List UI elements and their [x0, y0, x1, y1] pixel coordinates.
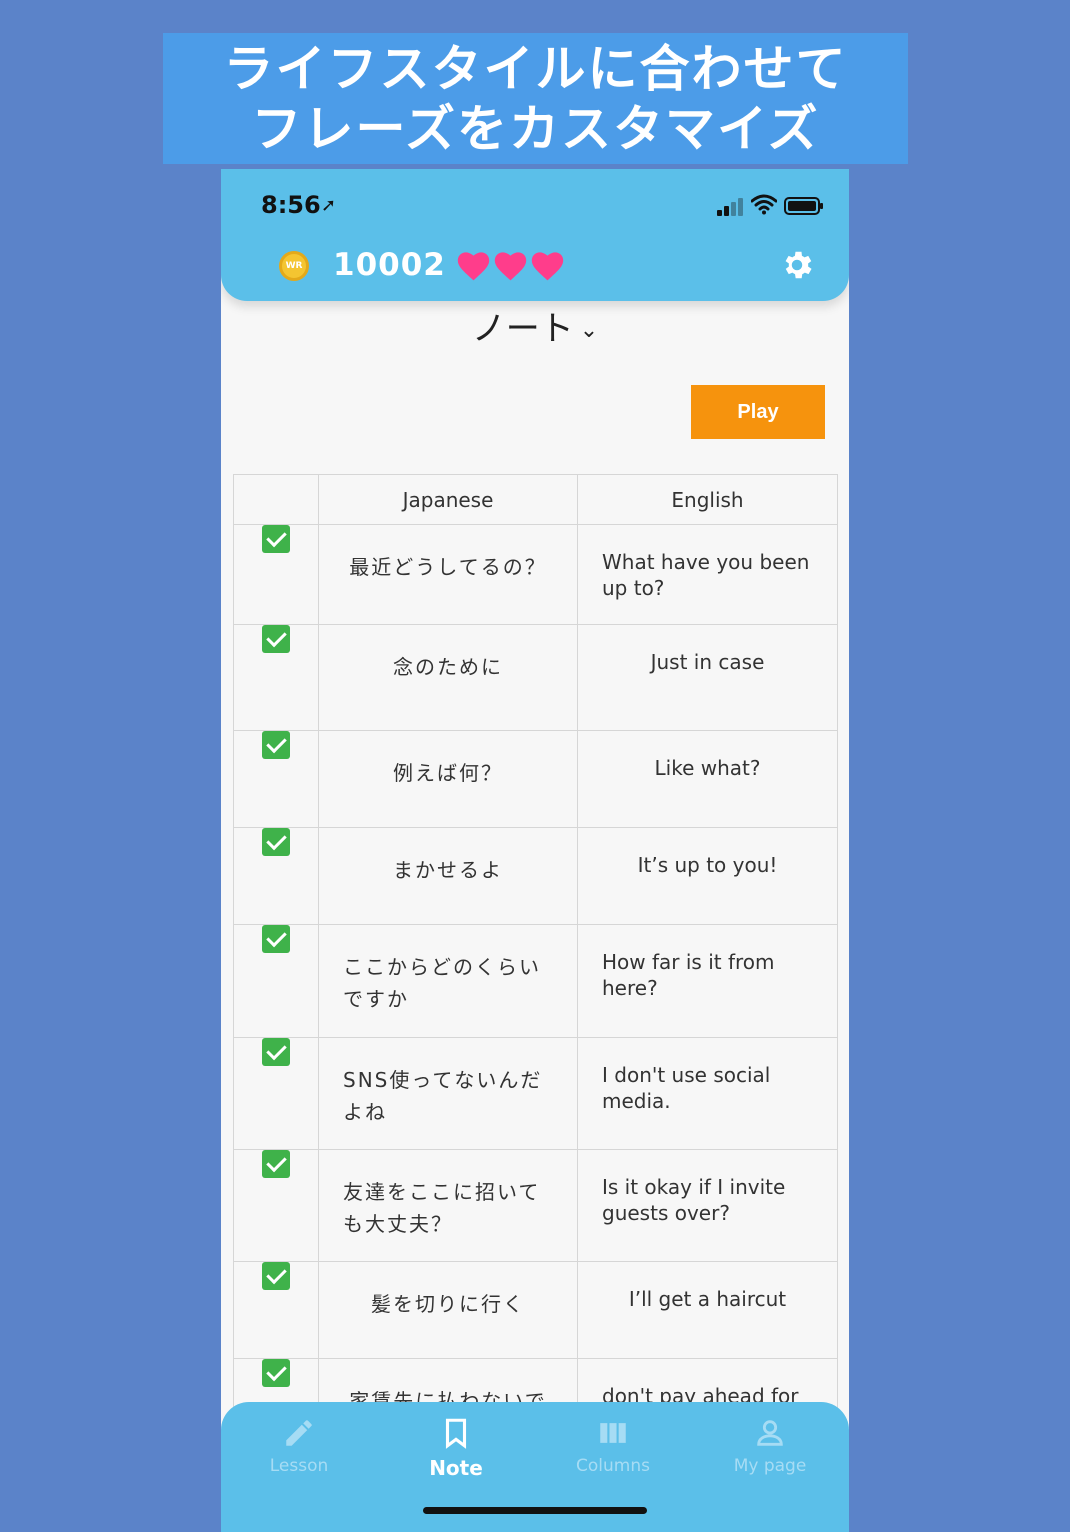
- app-header: 8:56 ➚ WR 10002: [221, 169, 849, 301]
- banner-line-1: ライフスタイルに合わせて: [223, 40, 848, 98]
- promo-banner: ライフスタイルに合わせて フレーズをカスタマイズ: [163, 33, 908, 164]
- tab-note[interactable]: Note: [401, 1416, 511, 1480]
- bottom-tab-bar: Lesson Note Columns My page: [221, 1402, 849, 1532]
- tab-note-label: Note: [429, 1456, 483, 1480]
- tab-lesson[interactable]: Lesson: [244, 1416, 354, 1476]
- pencil-icon: [286, 1420, 312, 1446]
- checkbox-icon[interactable]: [262, 731, 290, 759]
- chevron-down-icon: ⌄: [579, 318, 599, 343]
- table-header-row: Japanese English: [233, 474, 838, 525]
- play-button[interactable]: Play: [691, 385, 825, 439]
- english-cell: Like what?: [577, 730, 838, 828]
- japanese-cell: ここからどのくらいですか: [318, 924, 578, 1038]
- japanese-cell: 髪を切りに行く: [318, 1261, 578, 1359]
- table-row: ここからどのくらいですか How far is it from here?: [233, 924, 838, 1038]
- table-row: 念のために Just in case: [233, 624, 838, 731]
- table-row: 例えば何？ Like what?: [233, 730, 838, 828]
- bookmark-icon: [445, 1418, 467, 1449]
- english-cell: Is it okay if I invite guests over?: [577, 1149, 838, 1262]
- phone-screen: 8:56 ➚ WR 10002 ノート ⌄ Play Japanese Engl…: [221, 169, 849, 1532]
- table-row: 最近どうしてるの？ What have you been up to?: [233, 524, 838, 625]
- checkbox-icon[interactable]: [262, 625, 290, 653]
- heart-icon: [494, 252, 527, 281]
- gear-icon[interactable]: [779, 247, 815, 283]
- tab-columns-label: Columns: [576, 1456, 650, 1476]
- coin-icon: WR: [279, 251, 309, 281]
- battery-icon: [784, 197, 823, 215]
- table-row: まかせるよ It’s up to you!: [233, 827, 838, 925]
- phrase-table: Japanese English 最近どうしてるの？ What have you…: [233, 474, 838, 1456]
- banner-line-2: フレーズをカスタマイズ: [251, 100, 820, 158]
- header-check: [233, 474, 319, 525]
- tab-my-page[interactable]: My page: [715, 1416, 825, 1476]
- english-cell: What have you been up to?: [577, 524, 838, 625]
- coin-count: 10002: [333, 247, 446, 283]
- checkbox-icon[interactable]: [262, 925, 290, 953]
- table-row: 友達をここに招いても大丈夫？ Is it okay if I invite gu…: [233, 1149, 838, 1262]
- lives-hearts: [457, 251, 564, 281]
- table-row: SNS使ってないんだよね I don't use social media.: [233, 1037, 838, 1150]
- heart-icon: [531, 252, 564, 281]
- home-indicator: [423, 1507, 647, 1514]
- checkbox-icon[interactable]: [262, 1262, 290, 1290]
- english-cell: I don't use social media.: [577, 1037, 838, 1150]
- japanese-cell: 最近どうしてるの？: [318, 524, 578, 625]
- location-arrow-icon: ➚: [321, 195, 337, 216]
- english-cell: How far is it from here?: [577, 924, 838, 1038]
- tab-my-page-label: My page: [733, 1456, 807, 1476]
- cellular-signal-icon: [717, 198, 743, 216]
- wifi-icon: [751, 194, 777, 215]
- checkbox-icon[interactable]: [262, 1359, 290, 1387]
- person-icon: [757, 1420, 783, 1446]
- header-english: English: [577, 474, 838, 525]
- checkbox-icon[interactable]: [262, 1038, 290, 1066]
- japanese-cell: 例えば何？: [318, 730, 578, 828]
- header-japanese: Japanese: [318, 474, 578, 525]
- page-title-dropdown[interactable]: ノート ⌄: [221, 301, 849, 350]
- japanese-cell: SNS使ってないんだよね: [318, 1037, 578, 1150]
- status-time: 8:56: [261, 191, 321, 219]
- table-row: 髪を切りに行く I’ll get a haircut: [233, 1261, 838, 1359]
- tab-lesson-label: Lesson: [269, 1456, 329, 1476]
- japanese-cell: まかせるよ: [318, 827, 578, 925]
- columns-icon: [600, 1423, 626, 1443]
- english-cell: It’s up to you!: [577, 827, 838, 925]
- checkbox-icon[interactable]: [262, 525, 290, 553]
- english-cell: I’ll get a haircut: [577, 1261, 838, 1359]
- checkbox-icon[interactable]: [262, 1150, 290, 1178]
- tab-columns[interactable]: Columns: [558, 1416, 668, 1476]
- japanese-cell: 友達をここに招いても大丈夫？: [318, 1149, 578, 1262]
- checkbox-icon[interactable]: [262, 828, 290, 856]
- japanese-cell: 念のために: [318, 624, 578, 731]
- heart-icon: [457, 252, 490, 281]
- english-cell: Just in case: [577, 624, 838, 731]
- page-title: ノート: [471, 309, 574, 349]
